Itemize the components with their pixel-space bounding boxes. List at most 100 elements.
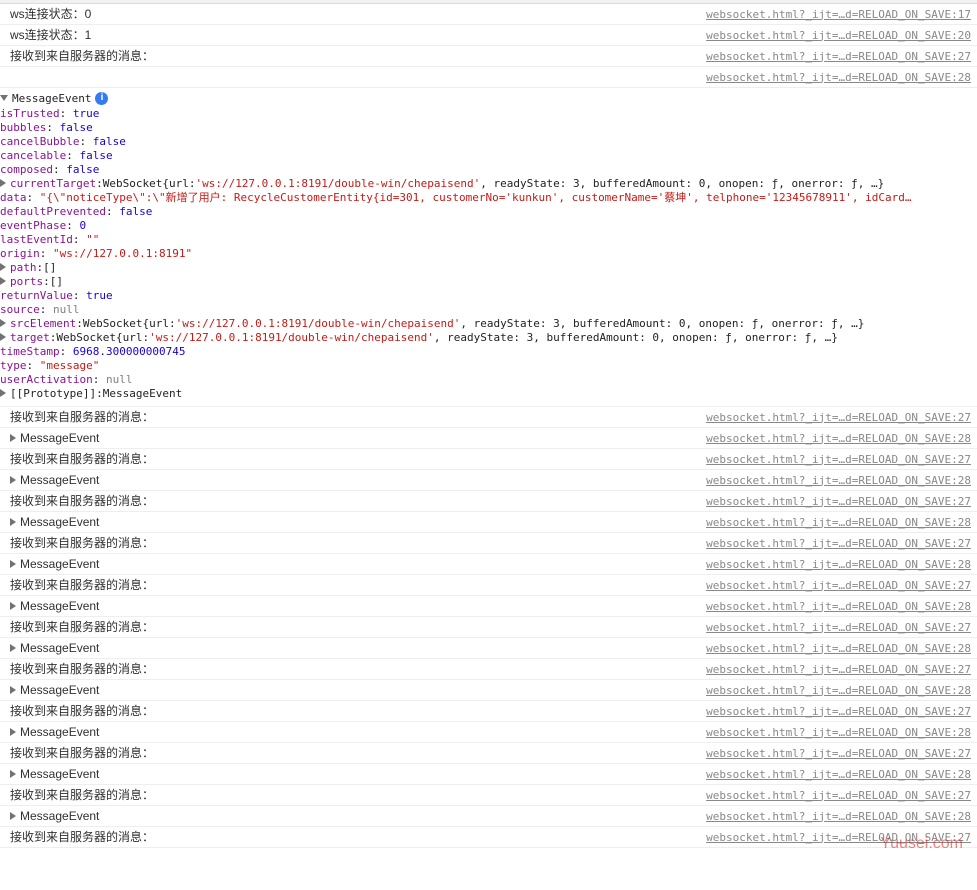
source-link[interactable]: websocket.html?_ijt=…d=RELOAD_ON_SAVE:27	[706, 538, 971, 549]
prop-origin: origin: "ws://127.0.0.1:8191"	[0, 246, 977, 260]
prop-source: source: null	[0, 302, 977, 316]
expand-arrow-icon[interactable]	[0, 389, 6, 397]
message-event-label[interactable]: MessageEvent	[20, 600, 99, 612]
source-link[interactable]: websocket.html?_ijt=…d=RELOAD_ON_SAVE:28	[706, 559, 971, 570]
console-message: 接收到来自服务器的消息：	[10, 621, 154, 633]
prop-cancelable: cancelable: false	[0, 148, 977, 162]
console-message: ws连接状态：1	[10, 29, 91, 41]
source-link[interactable]: websocket.html?_ijt=…d=RELOAD_ON_SAVE:27	[706, 832, 971, 843]
source-link[interactable]: websocket.html?_ijt=…d=RELOAD_ON_SAVE:27	[706, 706, 971, 717]
source-link[interactable]: websocket.html?_ijt=…d=RELOAD_ON_SAVE:28	[706, 811, 971, 822]
console-row: 接收到来自服务器的消息： websocket.html?_ijt=…d=RELOA…	[0, 617, 977, 638]
source-link[interactable]: websocket.html?_ijt=…d=RELOAD_ON_SAVE:27	[706, 664, 971, 675]
message-event-label[interactable]: MessageEvent	[20, 432, 99, 444]
prop-composed: composed: false	[0, 162, 977, 176]
console-message: 接收到来自服务器的消息：	[10, 831, 154, 843]
prop-returnValue: returnValue: true	[0, 288, 977, 302]
source-link[interactable]: websocket.html?_ijt=…d=RELOAD_ON_SAVE:28	[706, 727, 971, 738]
message-event-label[interactable]: MessageEvent	[20, 516, 99, 528]
prop-eventPhase: eventPhase: 0	[0, 218, 977, 232]
console-row: 接收到来自服务器的消息：websocket.html?_ijt=…d=RELOA…	[0, 491, 977, 512]
console-row: 接收到来自服务器的消息： websocket.html?_ijt=…d=RELOA…	[0, 701, 977, 722]
source-link[interactable]: websocket.html?_ijt=…d=RELOAD_ON_SAVE:27	[706, 622, 971, 633]
source-link[interactable]: websocket.html?_ijt=…d=RELOAD_ON_SAVE:27	[706, 454, 971, 465]
expand-arrow-icon[interactable]	[10, 518, 16, 526]
prop-currentTarget[interactable]: currentTarget: WebSocket {url: 'ws://127…	[0, 176, 977, 190]
console-message: 接收到来自服务器的消息：	[10, 579, 154, 591]
expand-arrow-icon[interactable]	[10, 434, 16, 442]
prop-cancelBubble: cancelBubble: false	[0, 134, 977, 148]
prop-timeStamp: timeStamp: 6968.300000000745	[0, 344, 977, 358]
prop-bubbles: bubbles: false	[0, 120, 977, 134]
console-row: 接收到来自服务器的消息： websocket.html?_ijt=…d=RELOA…	[0, 407, 977, 428]
message-event-label[interactable]: MessageEvent	[20, 684, 99, 696]
prop-prototype[interactable]: [[Prototype]]: MessageEvent	[0, 386, 977, 400]
message-event-label[interactable]: MessageEvent	[20, 558, 99, 570]
expand-arrow-icon[interactable]	[0, 277, 6, 285]
source-link[interactable]: websocket.html?_ijt=…d=RELOAD_ON_SAVE:27	[706, 496, 971, 507]
console-row: ws连接状态：0websocket.html?_ijt=…d=RELOAD_ON…	[0, 4, 977, 25]
console-row: 接收到来自服务器的消息： websocket.html?_ijt=…d=RELOA…	[0, 533, 977, 554]
console-row: websocket.html?_ijt=…d=RELOAD_ON_SAVE:28	[0, 67, 977, 88]
expand-arrow-icon[interactable]	[0, 179, 6, 187]
source-link[interactable]: websocket.html?_ijt=…d=RELOAD_ON_SAVE:28	[706, 769, 971, 780]
console-message: 接收到来自服务器的消息：	[10, 705, 154, 717]
console-message: 接收到来自服务器的消息：	[10, 411, 154, 423]
console-row: MessageEvent websocket.html?_ijt=…d=RELOA…	[0, 680, 977, 701]
expand-arrow-icon[interactable]	[10, 770, 16, 778]
console-message: 接收到来自服务器的消息：	[10, 50, 154, 62]
console-row: 接收到来自服务器的消息：websocket.html?_ijt=…d=RELOA…	[0, 449, 977, 470]
source-link[interactable]: websocket.html?_ijt=…d=RELOAD_ON_SAVE:28	[706, 685, 971, 696]
source-link[interactable]: websocket.html?_ijt=…d=RELOAD_ON_SAVE:27	[706, 748, 971, 759]
console-row: MessageEvent websocket.html?_ijt=…d=RELOA…	[0, 596, 977, 617]
prop-type: type: "message"	[0, 358, 977, 372]
message-event-label[interactable]: MessageEvent	[20, 768, 99, 780]
source-link[interactable]: websocket.html?_ijt=…d=RELOAD_ON_SAVE:28	[706, 517, 971, 528]
console-row: MessageEvent websocket.html?_ijt=…d=RELOA…	[0, 722, 977, 743]
source-link[interactable]: websocket.html?_ijt=…d=RELOAD_ON_SAVE:27	[706, 51, 971, 62]
console-row: ws连接状态：1 websocket.html?_ijt=…d=RELOAD_ON…	[0, 25, 977, 46]
console-message: 接收到来自服务器的消息：	[10, 663, 154, 675]
console-message: 接收到来自服务器的消息：	[10, 537, 154, 549]
expand-arrow-icon[interactable]	[10, 644, 16, 652]
console-row: 接收到来自服务器的消息： websocket.html?_ijt=…d=RELOA…	[0, 827, 977, 848]
message-event-label[interactable]: MessageEvent	[20, 642, 99, 654]
expand-arrow-icon[interactable]	[10, 602, 16, 610]
expand-arrow-icon[interactable]	[0, 263, 6, 271]
source-link[interactable]: websocket.html?_ijt=…d=RELOAD_ON_SAVE:28	[706, 601, 971, 612]
info-icon[interactable]: i	[95, 92, 108, 105]
source-link[interactable]: websocket.html?_ijt=…d=RELOAD_ON_SAVE:27	[706, 580, 971, 591]
prop-ports[interactable]: ports: []	[0, 274, 977, 288]
expand-arrow-icon[interactable]	[0, 333, 6, 341]
expand-arrow-icon[interactable]	[10, 686, 16, 694]
source-link[interactable]: websocket.html?_ijt=…d=RELOAD_ON_SAVE:27	[706, 412, 971, 423]
console-row: 接收到来自服务器的消息： websocket.html?_ijt=…d=RELOA…	[0, 46, 977, 67]
prop-target[interactable]: target: WebSocket {url: 'ws://127.0.0.1:…	[0, 330, 977, 344]
source-link[interactable]: websocket.html?_ijt=…d=RELOAD_ON_SAVE:28	[706, 433, 971, 444]
collapse-arrow-icon[interactable]	[0, 95, 8, 101]
prop-userActivation: userActivation: null	[0, 372, 977, 386]
expanded-object: MessageEvent i isTrusted: true bubbles: …	[0, 88, 977, 407]
message-event-label[interactable]: MessageEvent	[20, 726, 99, 738]
console-message: 接收到来自服务器的消息：	[10, 747, 154, 759]
expand-arrow-icon[interactable]	[10, 728, 16, 736]
message-event-header[interactable]: MessageEvent i	[0, 90, 977, 106]
prop-defaultPrevented: defaultPrevented: false	[0, 204, 977, 218]
prop-srcElement[interactable]: srcElement: WebSocket {url: 'ws://127.0.…	[0, 316, 977, 330]
expand-arrow-icon[interactable]	[10, 812, 16, 820]
source-link[interactable]: websocket.html?_ijt=…d=RELOAD_ON_SAVE:28	[706, 475, 971, 486]
console-row: MessageEvent websocket.html?_ijt=…d=RELOA…	[0, 428, 977, 449]
source-link[interactable]: websocket.html?_ijt=…d=RELOAD_ON_SAVE:28	[706, 643, 971, 654]
console-row: MessageEvent websocket.html?_ijt=…d=RELOA…	[0, 512, 977, 533]
message-event-label[interactable]: MessageEvent	[20, 474, 99, 486]
source-link[interactable]: websocket.html?_ijt=…d=RELOAD_ON_SAVE:27	[706, 790, 971, 801]
console-row: MessageEvent websocket.html?_ijt=…d=RELOA…	[0, 470, 977, 491]
source-link[interactable]: websocket.html?_ijt=…d=RELOAD_ON_SAVE:17	[706, 9, 971, 20]
message-event-label[interactable]: MessageEvent	[20, 810, 99, 822]
source-link[interactable]: websocket.html?_ijt=…d=RELOAD_ON_SAVE:20	[706, 30, 971, 41]
source-link[interactable]: websocket.html?_ijt=…d=RELOAD_ON_SAVE:28	[706, 72, 971, 83]
expand-arrow-icon[interactable]	[0, 319, 6, 327]
expand-arrow-icon[interactable]	[10, 560, 16, 568]
prop-path[interactable]: path: []	[0, 260, 977, 274]
expand-arrow-icon[interactable]	[10, 476, 16, 484]
